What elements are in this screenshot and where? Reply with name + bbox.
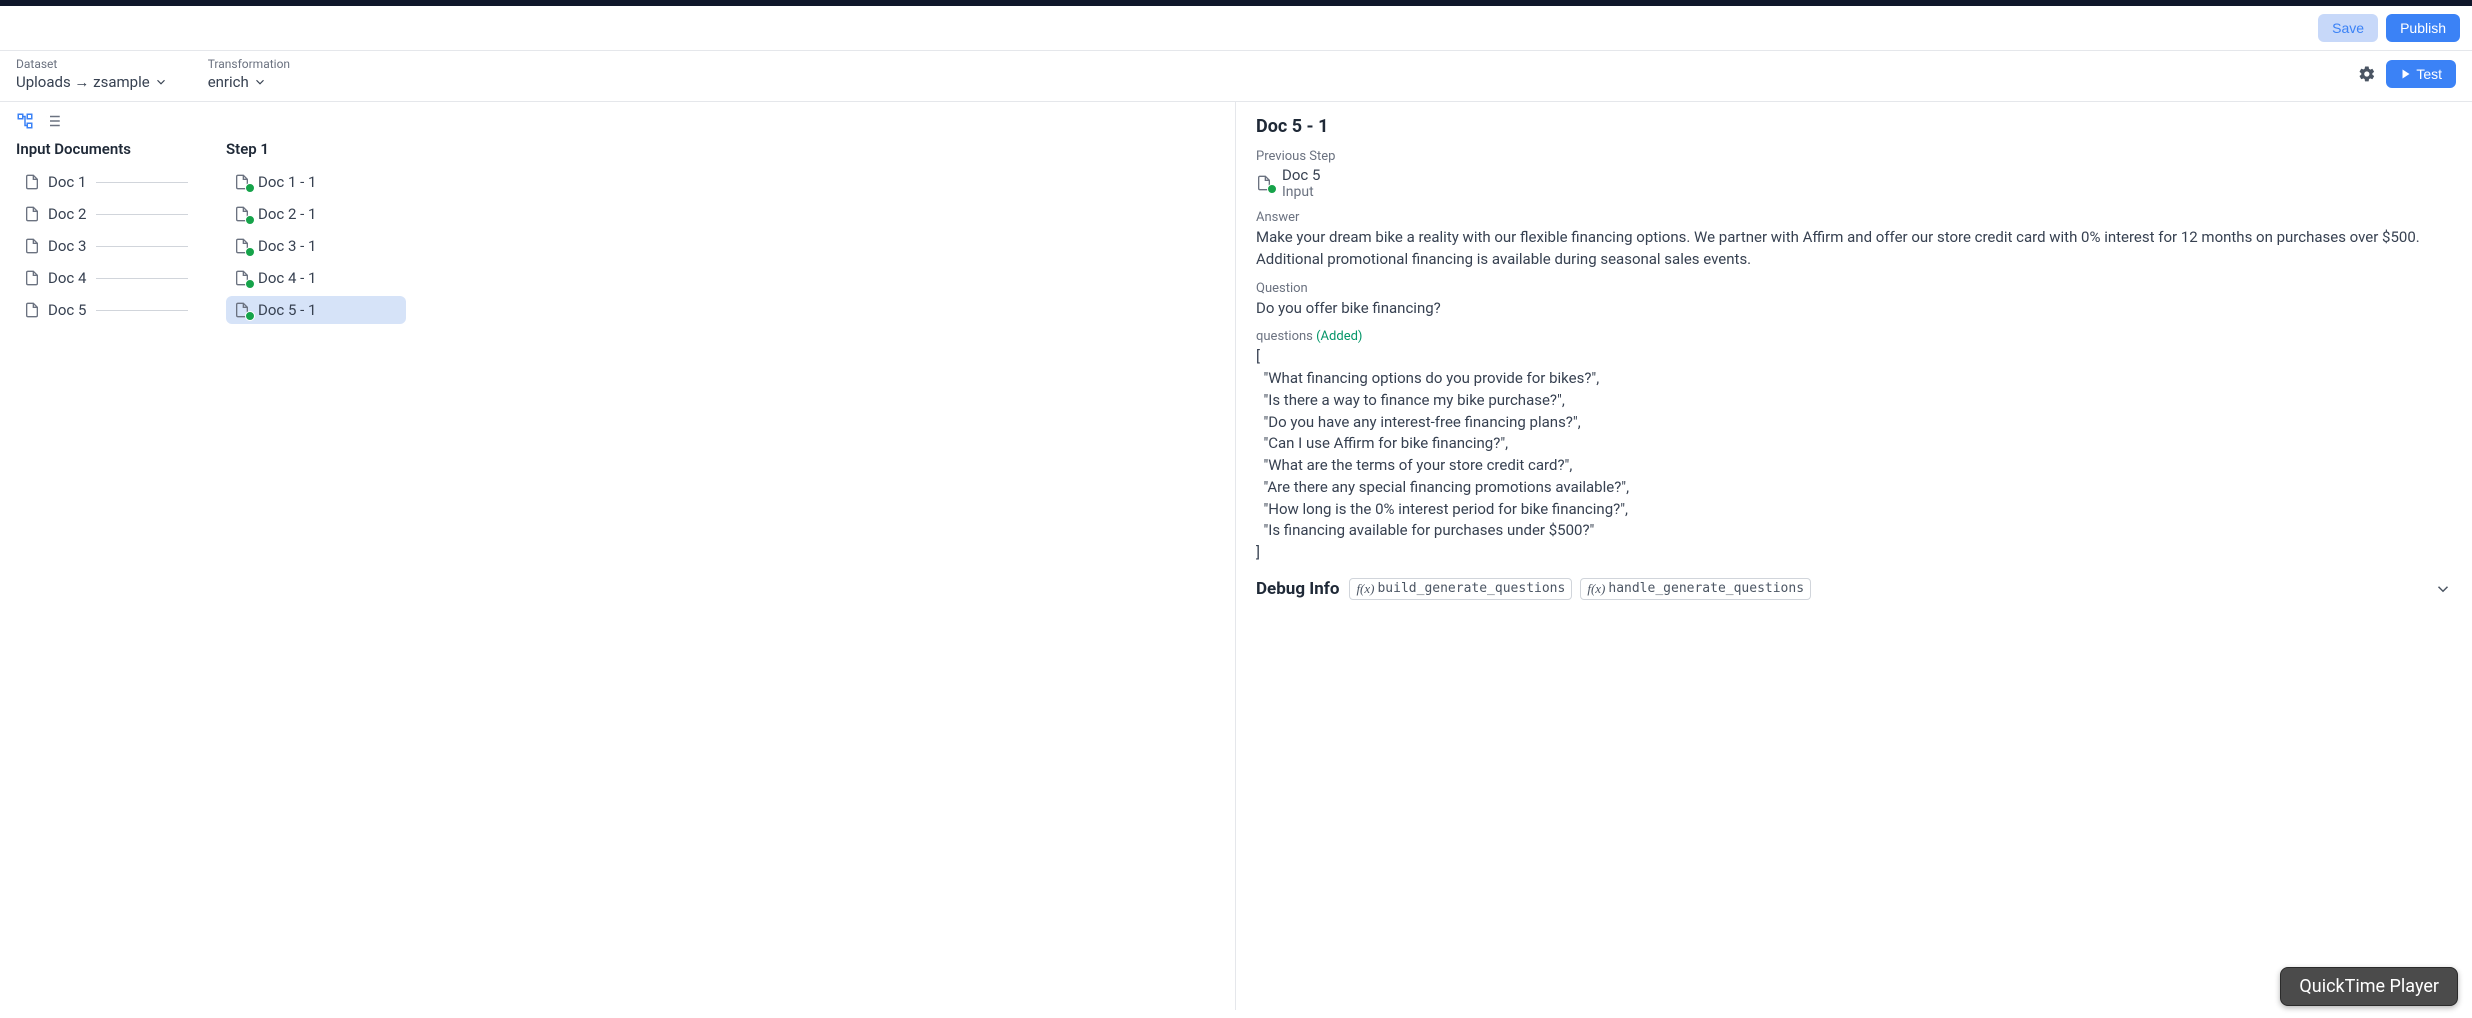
transformation-value: enrich <box>208 73 249 91</box>
test-button-label: Test <box>2416 66 2442 82</box>
gear-icon[interactable] <box>2358 65 2376 83</box>
previous-step-type: Input <box>1282 184 1320 200</box>
document-check-icon <box>234 237 252 255</box>
answer-label: Answer <box>1256 210 2452 225</box>
document-icon <box>24 173 42 191</box>
chevron-down-icon <box>253 75 267 89</box>
view-toggle <box>0 112 1235 140</box>
questions-label-row: questions (Added) <box>1256 329 2452 344</box>
transformation-label: Transformation <box>208 57 290 71</box>
step1-doc-item[interactable]: Doc 1 - 1 <box>226 168 406 196</box>
document-check-icon <box>234 269 252 287</box>
step1-doc-item[interactable]: Doc 4 - 1 <box>226 264 406 292</box>
step1-column: Step 1 Doc 1 - 1 Doc 2 - 1 Doc 3 - 1 Doc 4 … <box>226 140 406 328</box>
function-name: build_generate_questions <box>1377 581 1565 596</box>
function-icon: f(x) <box>1587 581 1605 597</box>
document-icon <box>24 269 42 287</box>
document-columns: Input Documents Doc 1 Doc 2 Doc 3 Doc 4 Doc … <box>0 140 1235 328</box>
doc-label: Doc 5 <box>48 301 86 319</box>
debug-function-chip[interactable]: f(x)handle_generate_questions <box>1580 578 1811 600</box>
step1-doc-item[interactable]: Doc 3 - 1 <box>226 232 406 260</box>
document-check-icon <box>234 301 252 319</box>
chevron-down-icon[interactable] <box>2434 580 2452 598</box>
input-doc-item[interactable]: Doc 3 <box>16 232 196 260</box>
input-doc-item[interactable]: Doc 4 <box>16 264 196 292</box>
left-pane: Input Documents Doc 1 Doc 2 Doc 3 Doc 4 Doc … <box>0 102 1236 1010</box>
added-tag: (Added) <box>1316 329 1362 344</box>
previous-step-name: Doc 5 <box>1282 166 1320 184</box>
document-check-icon <box>234 205 252 223</box>
doc-label: Doc 2 - 1 <box>258 205 316 223</box>
list-view-icon[interactable] <box>44 112 62 130</box>
connector-line <box>96 310 188 311</box>
function-name: handle_generate_questions <box>1608 581 1804 596</box>
play-icon <box>2400 68 2412 80</box>
document-icon <box>24 237 42 255</box>
step1-doc-item[interactable]: Doc 2 - 1 <box>226 200 406 228</box>
dataset-value: Uploads → zsample <box>16 73 150 91</box>
dataset-label: Dataset <box>16 57 168 71</box>
test-button[interactable]: Test <box>2386 60 2456 88</box>
publish-button[interactable]: Publish <box>2386 14 2460 42</box>
top-toolbar: Save Publish <box>0 6 2472 51</box>
input-documents-column: Input Documents Doc 1 Doc 2 Doc 3 Doc 4 Doc … <box>16 140 196 328</box>
tree-view-icon[interactable] <box>16 112 34 130</box>
step1-header: Step 1 <box>226 140 406 158</box>
question-label: Question <box>1256 281 2452 296</box>
input-doc-item[interactable]: Doc 1 <box>16 168 196 196</box>
questions-label: questions <box>1256 329 1313 344</box>
connector-line <box>96 278 188 279</box>
dataset-selector[interactable]: Dataset Uploads → zsample <box>16 57 168 91</box>
step1-doc-item[interactable]: Doc 5 - 1 <box>226 296 406 324</box>
function-icon: f(x) <box>1356 581 1374 597</box>
input-doc-item[interactable]: Doc 5 <box>16 296 196 324</box>
doc-label: Doc 4 - 1 <box>258 269 316 287</box>
document-icon <box>24 301 42 319</box>
main-area: Input Documents Doc 1 Doc 2 Doc 3 Doc 4 Doc … <box>0 102 2472 1010</box>
previous-step-label: Previous Step <box>1256 149 2452 164</box>
input-doc-item[interactable]: Doc 2 <box>16 200 196 228</box>
debug-function-chip[interactable]: f(x)build_generate_questions <box>1349 578 1572 600</box>
doc-label: Doc 3 <box>48 237 86 255</box>
document-check-icon <box>1256 174 1274 192</box>
questions-json-block: [ "What financing options do you provide… <box>1256 346 2452 564</box>
doc-label: Doc 1 - 1 <box>258 173 316 191</box>
document-icon <box>24 205 42 223</box>
save-button[interactable]: Save <box>2318 14 2378 42</box>
transformation-selector[interactable]: Transformation enrich <box>208 57 290 91</box>
doc-label: Doc 2 <box>48 205 86 223</box>
debug-info-label: Debug Info <box>1256 579 1339 599</box>
input-documents-header: Input Documents <box>16 140 196 158</box>
detail-title: Doc 5 - 1 <box>1256 116 2452 137</box>
previous-step-row[interactable]: Doc 5 Input <box>1256 166 2452 200</box>
answer-text: Make your dream bike a reality with our … <box>1256 227 2452 271</box>
connector-line <box>96 214 188 215</box>
quicktime-player-pill[interactable]: QuickTime Player <box>2280 967 2458 1006</box>
detail-pane: Doc 5 - 1 Previous Step Doc 5 Input Answ… <box>1236 102 2472 1010</box>
connector-line <box>96 182 188 183</box>
doc-label: Doc 3 - 1 <box>258 237 316 255</box>
document-check-icon <box>234 173 252 191</box>
connector-line <box>96 246 188 247</box>
config-row: Dataset Uploads → zsample Transformation… <box>0 51 2472 102</box>
doc-label: Doc 1 <box>48 173 86 191</box>
debug-info-row: Debug Info f(x)build_generate_questionsf… <box>1256 578 2452 600</box>
doc-label: Doc 4 <box>48 269 86 287</box>
question-text: Do you offer bike financing? <box>1256 298 2452 320</box>
doc-label: Doc 5 - 1 <box>258 301 316 319</box>
chevron-down-icon <box>154 75 168 89</box>
